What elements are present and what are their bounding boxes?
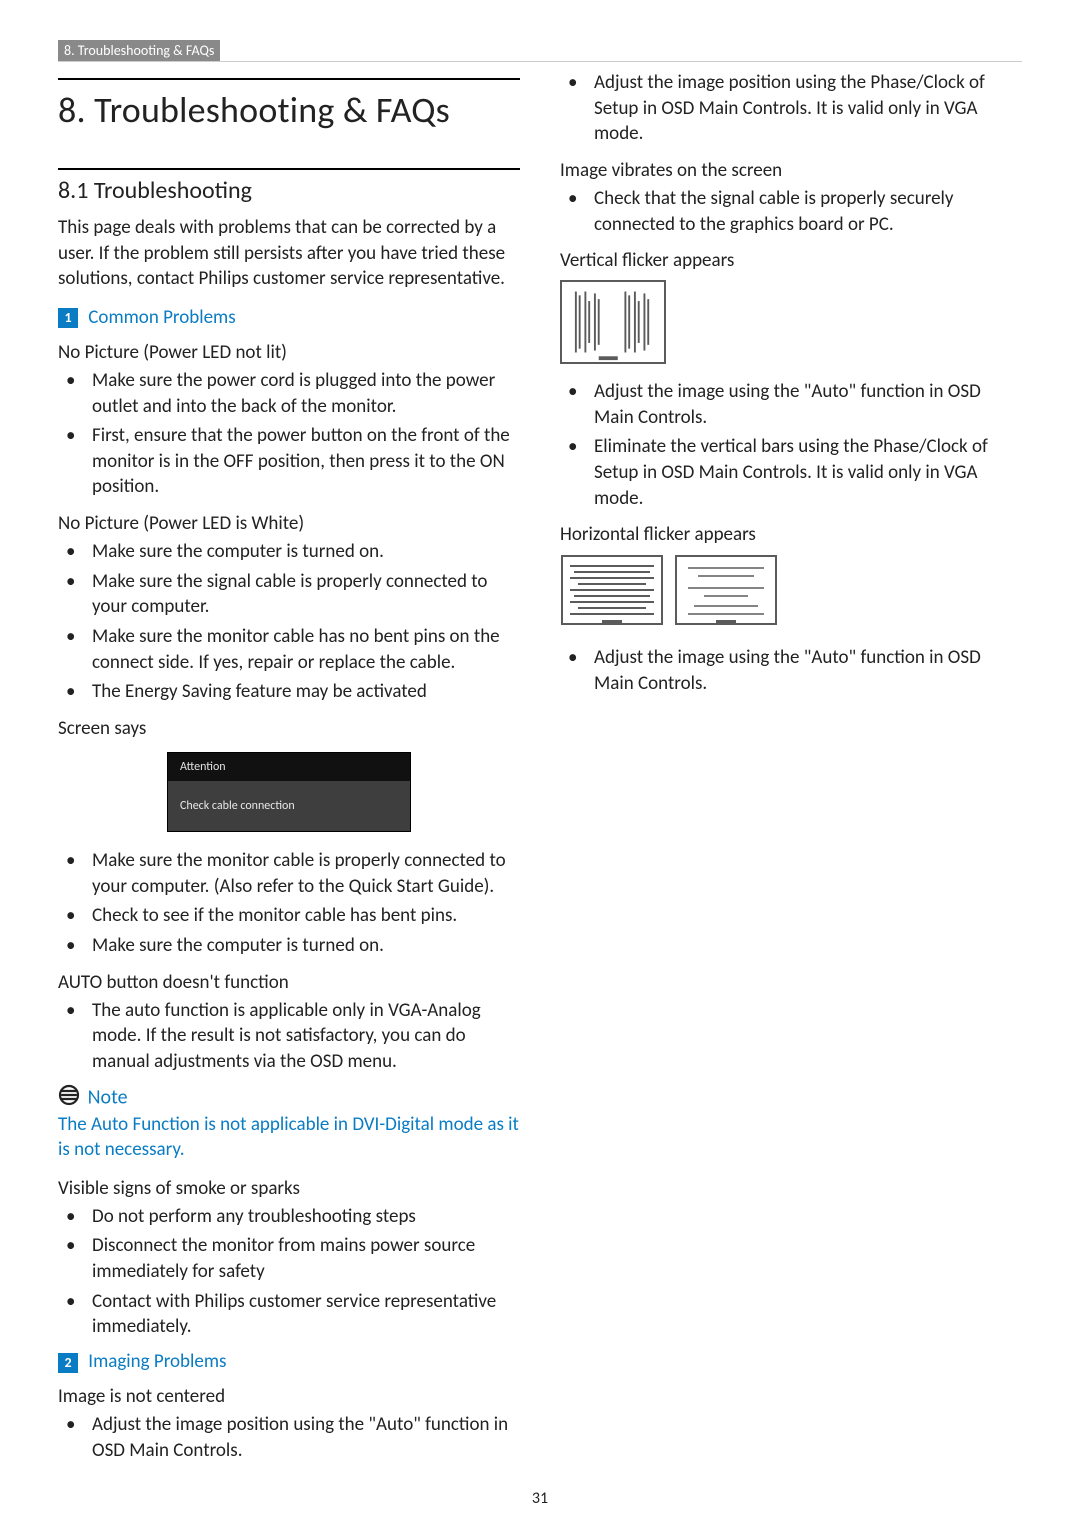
list-item: Make sure the monitor cable is properly … <box>58 848 520 899</box>
attention-box: Attention Check cable connection <box>167 752 411 832</box>
list-item: Make sure the signal cable is properly c… <box>58 569 520 620</box>
vertical-flicker-image <box>560 280 1022 369</box>
list-item: Eliminate the vertical bars using the Ph… <box>560 434 1022 511</box>
page-number: 31 <box>0 1489 1080 1508</box>
screen-says-list: Make sure the monitor cable is properly … <box>58 848 520 959</box>
screen-says-heading: Screen says <box>58 717 520 740</box>
list-item: Adjust the image position using the Phas… <box>560 70 1022 147</box>
list-item: Make sure the monitor cable has no bent … <box>58 624 520 675</box>
list-item: Contact with Philips customer service re… <box>58 1289 520 1340</box>
list-item: Adjust the image position using the "Aut… <box>58 1412 520 1463</box>
num-badge-1: 1 <box>58 308 78 328</box>
list-item: Make sure the computer is turned on. <box>58 933 520 959</box>
imaging-problems-label: Imaging Problems <box>88 1350 226 1373</box>
section-8-1-heading: 8.1 Troubleshooting <box>58 168 520 205</box>
header-divider <box>58 61 1022 62</box>
no-picture-led-white-heading: No Picture (Power LED is White) <box>58 512 520 535</box>
vertical-flicker-list: Adjust the image using the "Auto" functi… <box>560 379 1022 511</box>
vertical-flicker-heading: Vertical flicker appears <box>560 249 1022 272</box>
list-item: Check to see if the monitor cable has be… <box>58 903 520 929</box>
header-strip: 8. Troubleshooting & FAQs <box>58 40 220 61</box>
auto-button-heading: AUTO button doesn't function <box>58 971 520 994</box>
no-picture-led-not-lit-list: Make sure the power cord is plugged into… <box>58 368 520 500</box>
num-badge-2: 2 <box>58 1353 78 1373</box>
list-item: The auto function is applicable only in … <box>58 998 520 1075</box>
no-picture-led-not-lit-heading: No Picture (Power LED not lit) <box>58 341 520 364</box>
list-item: First, ensure that the power button on t… <box>58 423 520 500</box>
image-not-centered-heading: Image is not centered <box>58 1385 520 1408</box>
attention-message: Check cable connection <box>168 781 410 831</box>
horizontal-flicker-heading: Horizontal flicker appears <box>560 523 1022 546</box>
list-item: Adjust the image using the "Auto" functi… <box>560 645 1022 696</box>
horizontal-flicker-image <box>560 554 1022 635</box>
no-picture-led-white-list: Make sure the computer is turned on. Mak… <box>58 539 520 705</box>
note-text: The Auto Function is not applicable in D… <box>58 1113 520 1162</box>
content-columns: 8. Troubleshooting & FAQs 8.1 Troublesho… <box>58 70 1022 1472</box>
section-8-1-intro: This page deals with problems that can b… <box>58 215 520 292</box>
auto-button-list: The auto function is applicable only in … <box>58 998 520 1075</box>
list-item: Adjust the image using the "Auto" functi… <box>560 379 1022 430</box>
note-icon <box>58 1084 80 1111</box>
smoke-heading: Visible signs of smoke or sparks <box>58 1177 520 1200</box>
horizontal-flicker-list: Adjust the image using the "Auto" functi… <box>560 645 1022 696</box>
list-item: The Energy Saving feature may be activat… <box>58 679 520 705</box>
page-title: 8. Troubleshooting & FAQs <box>58 78 520 132</box>
note-label: Note <box>88 1086 128 1110</box>
common-problems-heading: 1 Common Problems <box>58 306 520 329</box>
list-item: Make sure the computer is turned on. <box>58 539 520 565</box>
common-problems-label: Common Problems <box>88 306 235 329</box>
image-vibrates-list: Check that the signal cable is properly … <box>560 186 1022 237</box>
list-item: Check that the signal cable is properly … <box>560 186 1022 237</box>
note-row: Note <box>58 1084 520 1111</box>
attention-title: Attention <box>168 753 410 781</box>
list-item: Disconnect the monitor from mains power … <box>58 1233 520 1284</box>
imaging-problems-heading: 2 Imaging Problems <box>58 1350 520 1373</box>
smoke-list: Do not perform any troubleshooting steps… <box>58 1204 520 1340</box>
image-vibrates-heading: Image vibrates on the screen <box>560 159 1022 182</box>
list-item: Make sure the power cord is plugged into… <box>58 368 520 419</box>
list-item: Do not perform any troubleshooting steps <box>58 1204 520 1230</box>
